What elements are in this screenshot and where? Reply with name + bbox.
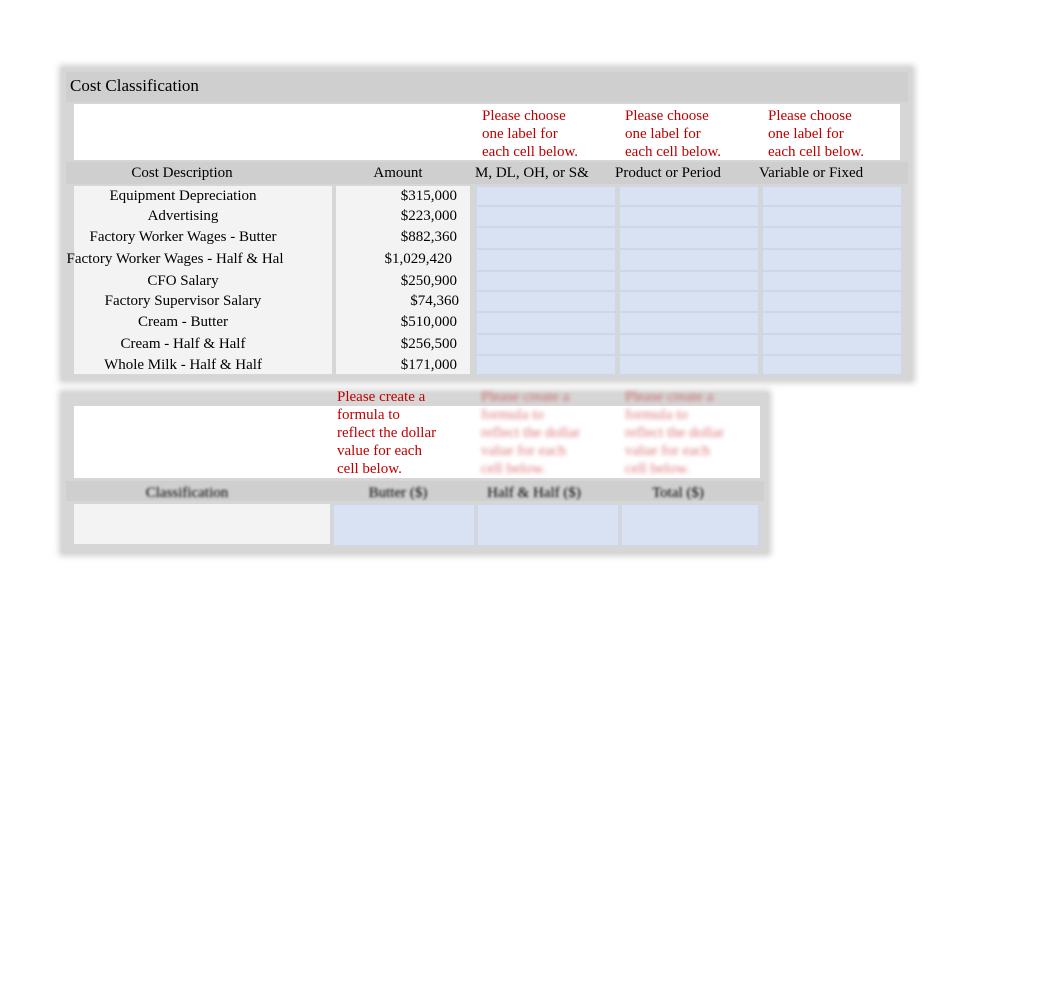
- cost-description-cell: Equipment Depreciation: [109, 188, 257, 204]
- mdloh-select-cell[interactable]: [476, 271, 616, 291]
- mdloh-select-cell[interactable]: [476, 334, 616, 355]
- mdloh-select-cell[interactable]: [476, 206, 616, 227]
- amount-cell: $74,360: [410, 293, 459, 309]
- mdloh-select-cell[interactable]: [476, 186, 616, 206]
- amount-cell: $510,000: [400, 314, 457, 330]
- mdloh-select-cell[interactable]: [476, 355, 616, 375]
- amount-cell: $223,000: [400, 208, 457, 224]
- mdloh-select-cell[interactable]: [476, 312, 616, 334]
- product-period-select-cell[interactable]: [619, 249, 759, 271]
- amount-cell: $882,360: [400, 229, 457, 245]
- instruction-mdloh: Please choose one label for each cell be…: [482, 108, 579, 160]
- header-product-period: Product or Period: [615, 165, 721, 181]
- mdloh-select-cell[interactable]: [476, 249, 616, 271]
- mdloh-select-cell[interactable]: [476, 291, 616, 312]
- variable-fixed-select-cell[interactable]: [762, 186, 902, 206]
- amount-cell: $256,500: [400, 336, 457, 352]
- header-classification: Classification: [145, 485, 229, 501]
- instruction-formula-halfhalf: Please create a formula to reflect the d…: [481, 389, 581, 477]
- half-half-formula-cell[interactable]: [477, 504, 619, 546]
- cost-description-cell: CFO Salary: [147, 273, 219, 289]
- mdloh-select-cell[interactable]: [476, 227, 616, 249]
- instruction-product-period: Please choose one label for each cell be…: [625, 108, 722, 160]
- header-mdloh: M, DL, OH, or S&: [475, 165, 589, 181]
- product-period-select-cell[interactable]: [619, 271, 759, 291]
- amount-cell: $171,000: [400, 357, 457, 373]
- header-variable-fixed: Variable or Fixed: [759, 165, 864, 181]
- variable-fixed-select-cell[interactable]: [762, 206, 902, 227]
- product-period-select-cell[interactable]: [619, 312, 759, 334]
- table2-header-row: Classification Butter ($) Half & Half ($…: [66, 481, 764, 501]
- variable-fixed-select-cell[interactable]: [762, 249, 902, 271]
- cost-description-cell: Factory Worker Wages - Half & Hal: [66, 251, 284, 267]
- page-title: Cost Classification: [70, 76, 199, 95]
- product-period-select-cell[interactable]: [619, 227, 759, 249]
- cost-description-cell: Cream - Butter: [138, 314, 228, 330]
- amount-cell: $315,000: [400, 188, 457, 204]
- total-formula-cell[interactable]: [621, 504, 759, 546]
- variable-fixed-select-cell[interactable]: [762, 312, 902, 334]
- instruction-variable-fixed: Please choose one label for each cell be…: [768, 108, 865, 160]
- variable-fixed-select-cell[interactable]: [762, 355, 902, 375]
- cost-description-cell: Whole Milk - Half & Half: [104, 357, 262, 373]
- header-butter: Butter ($): [368, 485, 428, 501]
- product-period-select-cell[interactable]: [619, 334, 759, 355]
- product-period-select-cell[interactable]: [619, 291, 759, 312]
- header-half-half: Half & Half ($): [487, 485, 581, 501]
- variable-fixed-select-cell[interactable]: [762, 334, 902, 355]
- cost-description-cell: Cream - Half & Half: [120, 336, 246, 352]
- header-cost-description: Cost Description: [131, 165, 233, 181]
- amount-cell: $250,900: [400, 273, 457, 289]
- classification-input-cell[interactable]: [74, 504, 330, 544]
- product-period-select-cell[interactable]: [619, 355, 759, 375]
- variable-fixed-select-cell[interactable]: [762, 271, 902, 291]
- instruction-formula-butter: Please create a formula to reflect the d…: [337, 389, 437, 477]
- header-amount: Amount: [373, 165, 423, 181]
- variable-fixed-select-cell[interactable]: [762, 291, 902, 312]
- cost-description-cell: Factory Supervisor Salary: [104, 293, 262, 309]
- cost-description-cell: Advertising: [147, 208, 219, 224]
- product-period-select-cell[interactable]: [619, 206, 759, 227]
- instruction-formula-total: Please create a formula to reflect the d…: [625, 389, 725, 477]
- butter-formula-cell[interactable]: [333, 504, 475, 546]
- cost-description-cell: Factory Worker Wages - Butter: [89, 229, 277, 245]
- product-period-select-cell[interactable]: [619, 186, 759, 206]
- variable-fixed-select-cell[interactable]: [762, 227, 902, 249]
- amount-cell: $1,029,420: [384, 251, 453, 267]
- header-total: Total ($): [652, 485, 704, 501]
